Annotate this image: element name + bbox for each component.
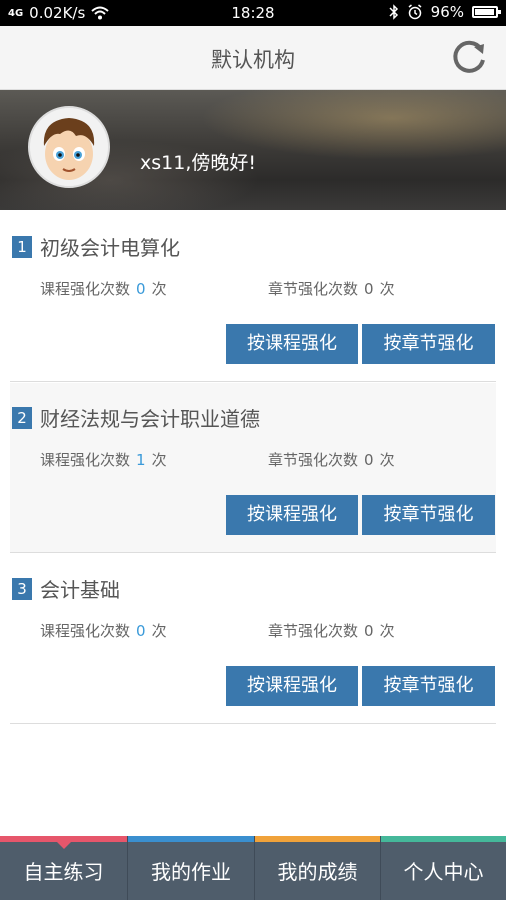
tab-personal-center[interactable]: 个人中心 [380, 836, 506, 900]
course-card: 1 初级会计电算化 课程强化次数 0 次 章节强化次数 0 次 按课程强化 按章节强化 [10, 212, 496, 382]
course-practice-stat: 课程强化次数 1 次 [40, 449, 167, 470]
bluetooth-icon [389, 4, 398, 20]
practice-by-chapter-button[interactable]: 按章节强化 [362, 495, 495, 535]
course-number: 2 [12, 407, 32, 429]
stat-value: 0 [136, 622, 146, 640]
refresh-icon[interactable] [450, 38, 488, 76]
stat-label: 章节强化次数 [268, 622, 359, 640]
stat-unit: 次 [379, 622, 395, 640]
stat-unit: 次 [151, 451, 167, 469]
stat-label: 课程强化次数 [40, 622, 131, 640]
chapter-practice-stat: 章节强化次数 0 次 [268, 449, 395, 470]
course-card: 3 会计基础 课程强化次数 0 次 章节强化次数 0 次 按课程强化 按章节强化 [10, 554, 496, 724]
stat-label: 课程强化次数 [40, 451, 131, 469]
chapter-practice-stat: 章节强化次数 0 次 [268, 620, 395, 641]
practice-by-course-button[interactable]: 按课程强化 [226, 666, 358, 706]
tab-label: 个人中心 [403, 860, 484, 884]
chapter-practice-stat: 章节强化次数 0 次 [268, 278, 395, 299]
tab-self-practice[interactable]: 自主练习 [0, 836, 127, 900]
course-practice-stat: 课程强化次数 0 次 [40, 278, 167, 299]
stat-value: 1 [136, 451, 146, 469]
status-bar: 4G 0.02K/s 18:28 96% [0, 0, 506, 26]
tab-my-grades[interactable]: 我的成绩 [254, 836, 380, 900]
stat-unit: 次 [379, 451, 395, 469]
title-bar: 默认机构 [0, 26, 506, 90]
course-number: 1 [12, 236, 32, 258]
stat-unit: 次 [379, 280, 395, 298]
tab-label: 我的作业 [151, 860, 231, 884]
cartoon-boy-icon [30, 108, 108, 186]
stat-value: 0 [364, 451, 374, 469]
course-name: 会计基础 [40, 578, 120, 602]
stat-label: 章节强化次数 [268, 280, 359, 298]
bottom-tab-bar: 自主练习 我的作业 我的成绩 个人中心 [0, 836, 506, 900]
practice-by-course-button[interactable]: 按课程强化 [226, 495, 358, 535]
course-practice-stat: 课程强化次数 0 次 [40, 620, 167, 641]
course-name: 初级会计电算化 [40, 236, 180, 260]
user-banner: xs11,傍晚好! [0, 90, 506, 210]
stat-unit: 次 [151, 622, 167, 640]
battery-icon [472, 6, 501, 18]
battery-percent: 96% [430, 3, 464, 21]
stat-label: 章节强化次数 [268, 451, 359, 469]
stat-unit: 次 [151, 280, 167, 298]
stat-value: 0 [364, 622, 374, 640]
practice-by-course-button[interactable]: 按课程强化 [226, 324, 358, 364]
course-number: 3 [12, 578, 32, 600]
tab-my-homework[interactable]: 我的作业 [127, 836, 254, 900]
tab-label: 自主练习 [23, 860, 104, 884]
course-name: 财经法规与会计职业道德 [40, 407, 260, 431]
greeting-text: xs11,傍晚好! [140, 152, 256, 174]
avatar[interactable] [28, 106, 110, 188]
page-title: 默认机构 [211, 48, 295, 72]
stat-value: 0 [364, 280, 374, 298]
practice-by-chapter-button[interactable]: 按章节强化 [362, 324, 495, 364]
course-card: 2 财经法规与会计职业道德 课程强化次数 1 次 章节强化次数 0 次 按课程强化 按章… [10, 383, 496, 553]
alarm-icon [408, 4, 422, 20]
stat-value: 0 [136, 280, 146, 298]
stat-label: 课程强化次数 [40, 280, 131, 298]
tab-label: 我的成绩 [277, 860, 358, 884]
practice-by-chapter-button[interactable]: 按章节强化 [362, 666, 495, 706]
